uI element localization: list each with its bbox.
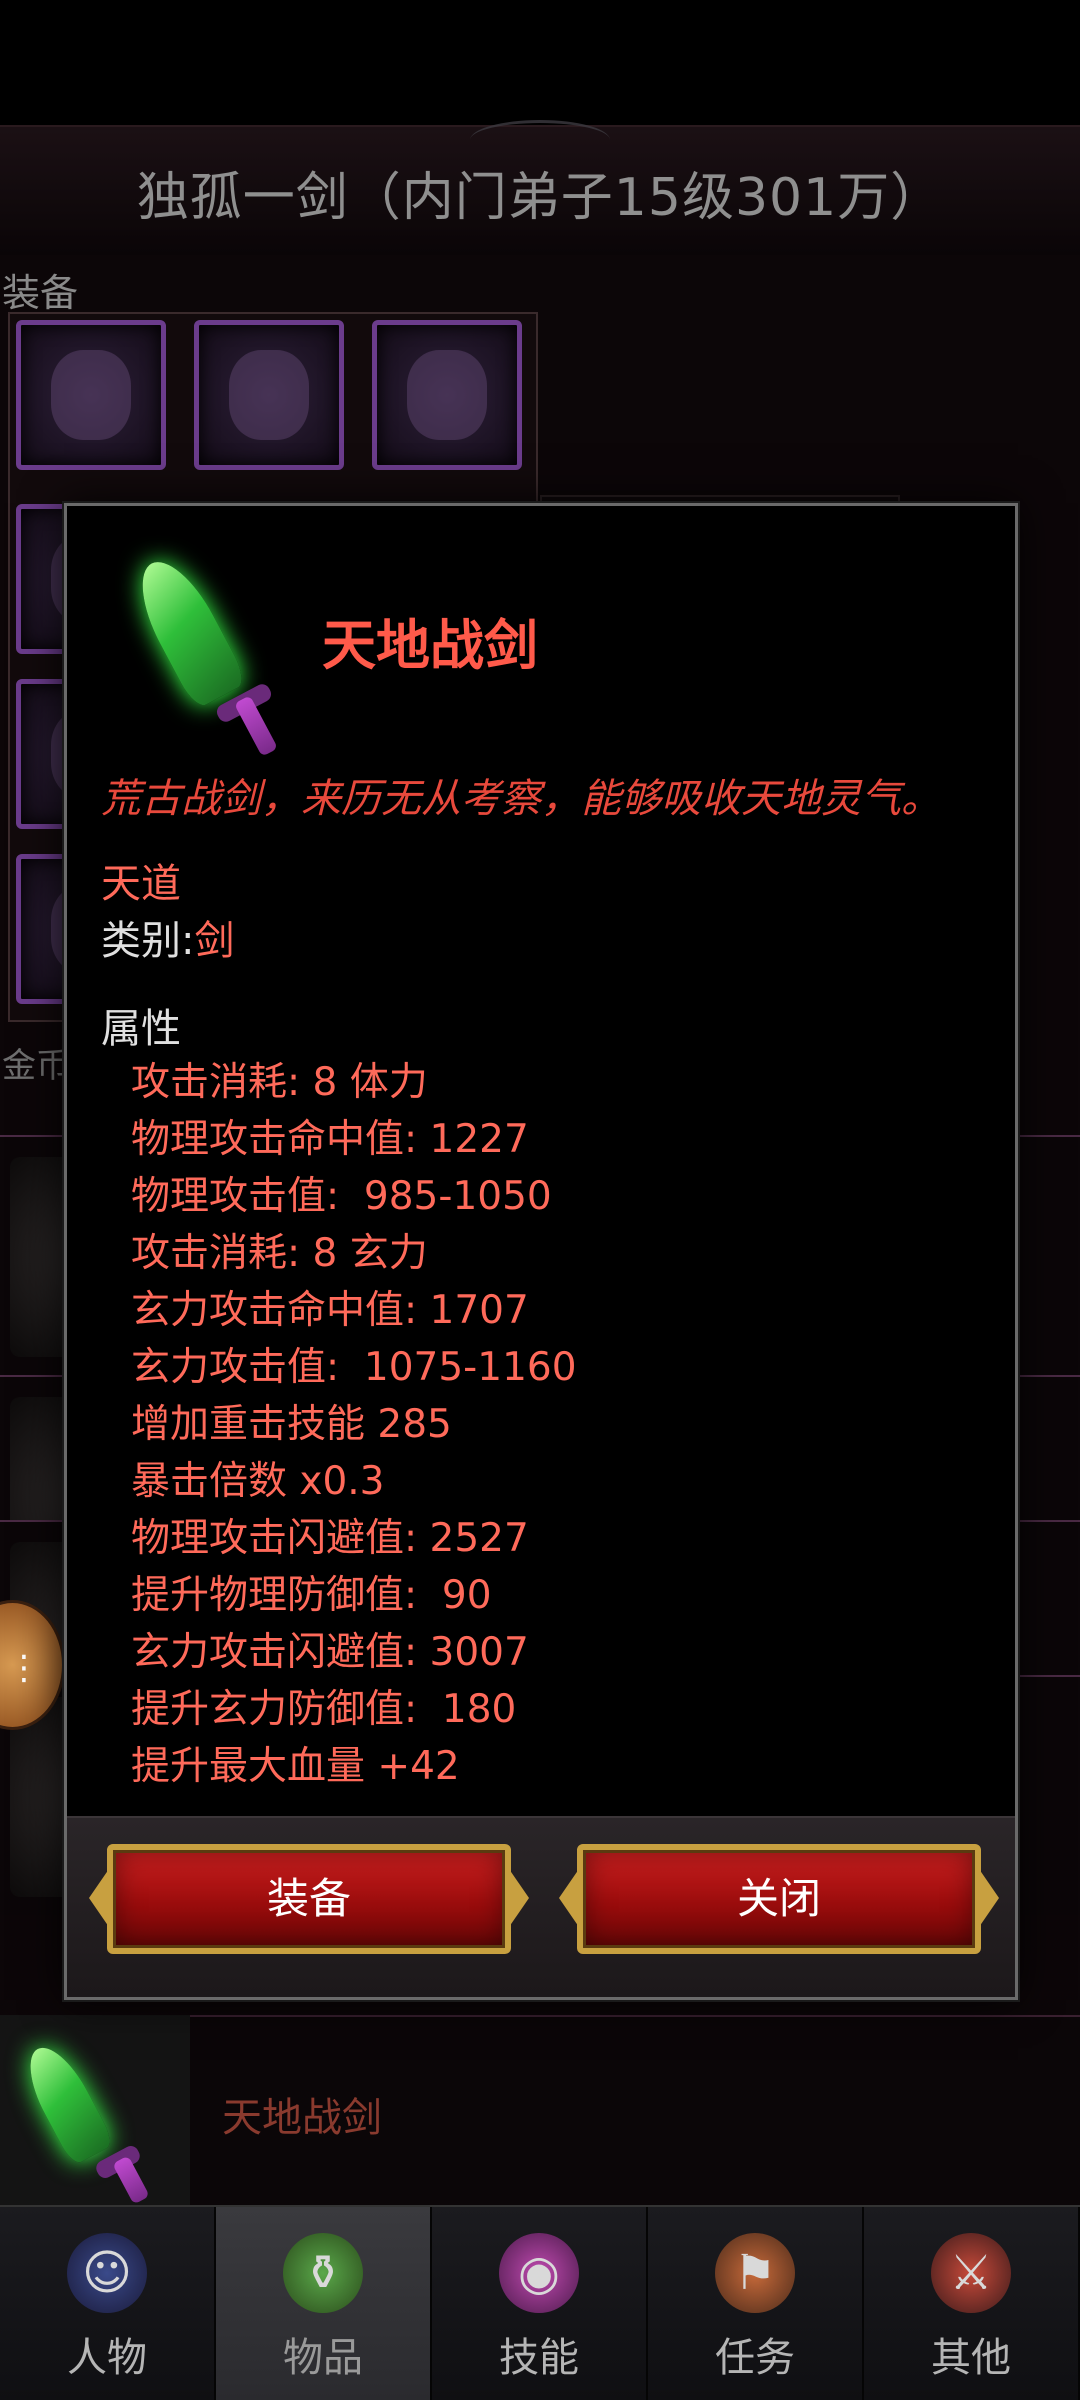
close-button-label: 关闭: [736, 1874, 821, 1923]
close-button[interactable]: 关闭: [559, 1836, 999, 1961]
equip-button-label: 装备: [266, 1874, 351, 1923]
tab-other[interactable]: ⚔ 其他: [864, 2207, 1080, 2400]
sword-icon: [16, 2035, 160, 2205]
character-title: 独孤一剑（内门弟子15级301万）: [136, 168, 944, 228]
equipment-section-label: 装备: [2, 271, 79, 315]
list-item-name[interactable]: 天地战剑: [222, 2085, 382, 2143]
tab-label: 人物: [67, 2335, 147, 2381]
equip-slot-shoulder[interactable]: [372, 320, 522, 470]
item-tier: 天道: [101, 861, 181, 907]
equip-button[interactable]: 装备: [89, 1836, 529, 1961]
bottom-nav: ☺ 人物 ⚱ 物品 ◉ 技能 ⚑ 任务 ⚔ 其他: [0, 2205, 1080, 2400]
drag-handle-icon: ⋮: [7, 1648, 41, 1688]
tab-character[interactable]: ☺ 人物: [0, 2207, 216, 2400]
attribute-line: 玄力攻击命中值: 1707: [131, 1288, 529, 1333]
equip-slot-helmet[interactable]: [16, 320, 166, 470]
equip-slot-armor[interactable]: [194, 320, 344, 470]
attribute-list: 攻击消耗: 8 体力 物理攻击命中值: 1227 物理攻击值: 985-1050…: [131, 1054, 577, 1795]
quest-icon: ⚑: [715, 2233, 795, 2313]
tab-skills[interactable]: ◉ 技能: [432, 2207, 648, 2400]
other-icon: ⚔: [931, 2233, 1011, 2313]
attribute-line: 攻击消耗: 8 体力: [131, 1060, 428, 1105]
item-detail-dialog: 天地战剑 荒古战剑，来历无从考察，能够吸收天地灵气。 天道 类别:剑 属性 攻击…: [64, 503, 1018, 2000]
attribute-line: 物理攻击命中值: 1227: [131, 1117, 529, 1162]
character-icon: ☺: [67, 2233, 147, 2313]
attribute-line: 物理攻击值: 985-1050: [131, 1174, 552, 1219]
attribute-line: 暴击倍数 x0.3: [131, 1459, 385, 1504]
items-bag-icon: ⚱: [283, 2233, 363, 2313]
tab-quests[interactable]: ⚑ 任务: [648, 2207, 864, 2400]
tab-label: 技能: [499, 2335, 579, 2381]
status-bar-area: [0, 0, 1080, 125]
category-value: 剑: [194, 918, 235, 964]
title-ornament: [470, 120, 610, 160]
item-category: 类别:剑: [101, 908, 234, 966]
attribute-line: 玄力攻击闪避值: 3007: [131, 1630, 529, 1675]
item-description: 荒古战剑，来历无从考察，能够吸收天地灵气。: [101, 776, 941, 822]
item-name: 天地战剑: [322, 614, 538, 677]
attribute-line: 增加重击技能 285: [131, 1402, 452, 1447]
attribute-line: 提升物理防御值: 90: [131, 1573, 492, 1618]
attribute-line: 提升最大血量 +42: [131, 1744, 460, 1789]
skill-orb-icon: ◉: [499, 2233, 579, 2313]
category-label: 类别:: [101, 918, 195, 964]
tab-label: 任务: [715, 2335, 795, 2381]
attribute-line: 攻击消耗: 8 玄力: [131, 1231, 428, 1276]
list-item-thumbnail: [0, 2015, 190, 2207]
attribute-line: 玄力攻击值: 1075-1160: [131, 1345, 577, 1390]
attribute-line: 物理攻击闪避值: 2527: [131, 1516, 529, 1561]
attributes-title: 属性: [101, 1006, 181, 1052]
tab-label: 其他: [931, 2335, 1011, 2381]
tab-items[interactable]: ⚱ 物品: [216, 2207, 432, 2400]
attribute-line: 提升玄力防御值: 180: [131, 1687, 517, 1732]
tab-label: 物品: [283, 2335, 363, 2381]
sword-icon: [125, 546, 307, 757]
